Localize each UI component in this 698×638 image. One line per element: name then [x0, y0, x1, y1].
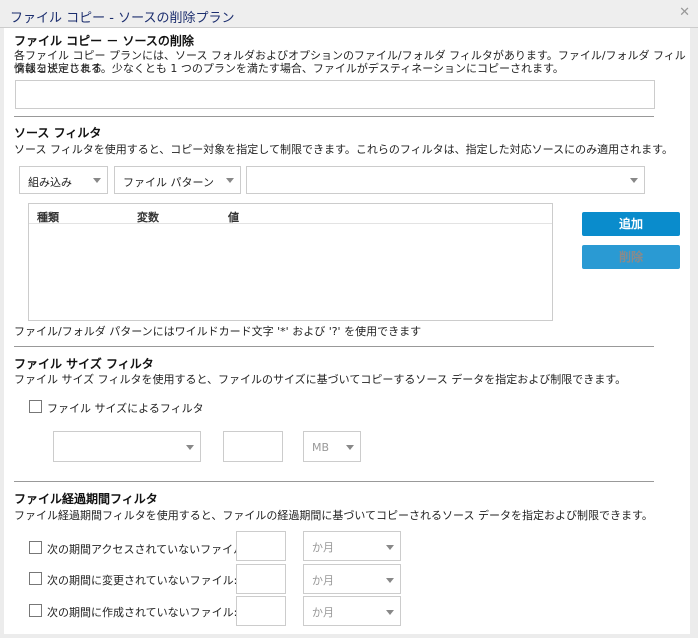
age-modified-checkbox[interactable]	[29, 572, 42, 585]
age-modified-input[interactable]	[236, 564, 286, 594]
unit-value: か月	[312, 606, 334, 619]
filter-pattern-value: ファイル パターン	[123, 176, 214, 189]
close-icon[interactable]: ✕	[679, 5, 690, 20]
dialog-body: ファイル コピー － ソースの削除 各ファイル コピー プランには、ソース フォ…	[4, 28, 690, 634]
header-title: ファイル コピー － ソースの削除	[14, 34, 194, 48]
size-unit-select[interactable]: MB	[303, 431, 361, 462]
filter-table: 種類 変数 値	[28, 203, 553, 321]
filter-type-value: 組み込み	[28, 176, 72, 189]
column-value[interactable]: 値	[228, 209, 239, 225]
window-title: ファイル コピー - ソースの削除プラン	[10, 11, 235, 26]
delete-button[interactable]: 削除	[582, 245, 680, 269]
age-modified-unit-select[interactable]: か月	[303, 564, 401, 594]
chevron-down-icon	[186, 445, 194, 450]
age-accessed-label: 次の期間アクセスされていないファイル:	[47, 543, 248, 556]
age-created-unit-select[interactable]: か月	[303, 596, 401, 626]
chevron-down-icon	[386, 610, 394, 615]
age-created-label: 次の期間に作成されていないファイル:	[47, 606, 238, 619]
age-created-input[interactable]	[236, 596, 286, 626]
age-filter-desc: ファイル経過期間フィルタを使用すると、ファイルの経過期間に基づいてコピーされるソ…	[14, 509, 653, 522]
size-value-input[interactable]	[223, 431, 283, 462]
add-button[interactable]: 追加	[582, 212, 680, 236]
chevron-down-icon	[386, 545, 394, 550]
chevron-down-icon	[346, 445, 354, 450]
title-bar: ファイル コピー - ソースの削除プラン ✕	[0, 0, 698, 28]
table-header: 種類 変数 値	[29, 204, 552, 224]
size-filter-title: ファイル サイズ フィルタ	[14, 357, 154, 371]
source-filter-title: ソース フィルタ	[14, 126, 102, 140]
chevron-down-icon	[226, 178, 234, 183]
unit-value: か月	[312, 541, 334, 554]
size-unit-value: MB	[312, 441, 330, 454]
chevron-down-icon	[630, 178, 638, 183]
divider	[14, 116, 654, 117]
age-accessed-input[interactable]	[236, 531, 286, 561]
header-desc-2: 情報を決定します。少なくとも 1 つのプランを満たす場合、ファイルがデスティネー…	[14, 62, 564, 75]
divider	[14, 346, 654, 347]
column-type[interactable]: 種類	[37, 209, 59, 225]
age-created-checkbox[interactable]	[29, 604, 42, 617]
source-filter-desc: ソース フィルタを使用すると、コピー対象を指定して制限できます。これらのフィルタ…	[14, 143, 673, 156]
filter-type-select[interactable]: 組み込み	[19, 166, 108, 194]
chevron-down-icon	[386, 578, 394, 583]
chevron-down-icon	[93, 178, 101, 183]
age-modified-label: 次の期間に変更されていないファイル:	[47, 574, 238, 587]
divider	[14, 481, 654, 482]
age-filter-title: ファイル経過期間フィルタ	[14, 492, 158, 506]
filter-value-combobox[interactable]	[246, 166, 645, 194]
filter-pattern-select[interactable]: ファイル パターン	[114, 166, 241, 194]
wildcard-note: ファイル/フォルダ パターンにはワイルドカード文字 '*' および '?' を使…	[14, 325, 422, 338]
size-filter-checkbox[interactable]	[29, 400, 42, 413]
age-accessed-checkbox[interactable]	[29, 541, 42, 554]
size-filter-desc: ファイル サイズ フィルタを使用すると、ファイルのサイズに基づいてコピーするソー…	[14, 373, 627, 386]
column-variable[interactable]: 変数	[137, 209, 159, 225]
size-filter-label: ファイル サイズによるフィルタ	[47, 402, 204, 415]
plan-name-input[interactable]	[15, 80, 655, 109]
unit-value: か月	[312, 574, 334, 587]
size-condition-select[interactable]	[53, 431, 201, 462]
age-accessed-unit-select[interactable]: か月	[303, 531, 401, 561]
